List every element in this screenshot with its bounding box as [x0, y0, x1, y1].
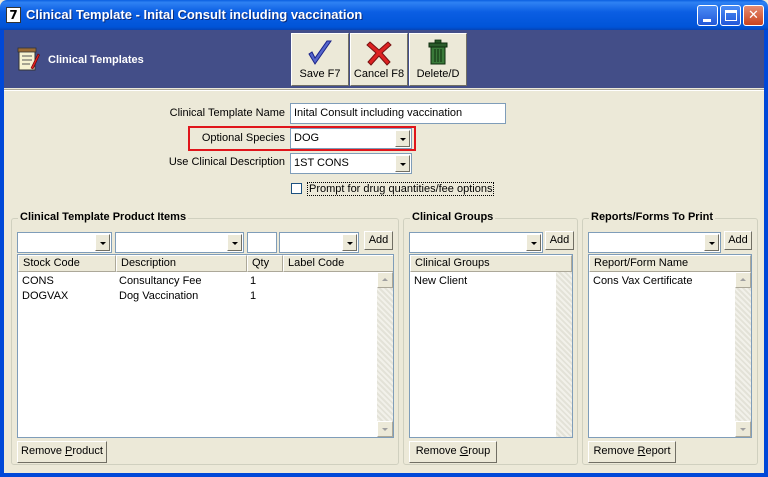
- scroll-up-icon[interactable]: [377, 272, 393, 288]
- reports-forms-group: Reports/Forms To Print Add Report/Form N…: [582, 211, 758, 465]
- label-code-select[interactable]: [279, 232, 359, 253]
- close-button[interactable]: ✕: [743, 5, 764, 26]
- remove-product-label-rest: roduct: [72, 445, 103, 457]
- save-button[interactable]: Save F7: [291, 33, 349, 86]
- column-header-description[interactable]: Description: [116, 255, 247, 272]
- close-icon: ✕: [748, 8, 759, 23]
- stock-code-cell: DOGVAX: [22, 290, 69, 302]
- dropdown-arrow-icon[interactable]: [95, 234, 110, 251]
- remove-group-label: Remove: [415, 445, 460, 457]
- product-items-title: Clinical Template Product Items: [18, 211, 189, 223]
- remove-report-label-rest: eport: [645, 445, 671, 457]
- reports-forms-title: Reports/Forms To Print: [589, 211, 716, 223]
- window-title: Clinical Template - Inital Consult inclu…: [26, 7, 363, 22]
- remove-product-button[interactable]: Remove Product: [17, 441, 107, 463]
- clinical-groups-group: Clinical Groups Add Clinical Groups New …: [403, 211, 578, 465]
- report-select[interactable]: [588, 232, 721, 253]
- prompt-checkbox[interactable]: [291, 183, 302, 194]
- scroll-down-icon[interactable]: [735, 421, 751, 437]
- cancel-button[interactable]: Cancel F8: [350, 33, 408, 86]
- dropdown-arrow-icon[interactable]: [526, 234, 541, 251]
- template-name-input[interactable]: Inital Consult including vaccination: [290, 103, 506, 124]
- qty-input[interactable]: [247, 232, 277, 253]
- window-frame-right: [764, 30, 768, 477]
- trash-can-icon: [428, 39, 448, 65]
- product-items-group: Clinical Template Product Items Add Stoc…: [11, 211, 399, 465]
- app-icon[interactable]: 7: [6, 7, 21, 23]
- product-list-scrollbar[interactable]: [377, 272, 393, 437]
- remove-group-button[interactable]: Remove Group: [409, 441, 497, 463]
- column-header-label-code[interactable]: Label Code: [283, 255, 393, 272]
- add-report-button[interactable]: Add: [724, 231, 752, 250]
- column-header-report-form-name[interactable]: Report/Form Name: [589, 255, 751, 272]
- prompt-checkbox-label[interactable]: Prompt for drug quantities/fee options: [307, 182, 495, 196]
- minimize-button[interactable]: [697, 5, 718, 26]
- window-frame-bottom: [0, 473, 768, 477]
- list-item[interactable]: New Client: [414, 274, 467, 289]
- column-header-stock-code[interactable]: Stock Code: [18, 255, 116, 272]
- window-frame-left: [0, 30, 4, 477]
- header-band: Clinical Templates Save F7 Cancel F8 Del…: [4, 30, 764, 88]
- stock-code-cell: CONS: [22, 275, 54, 287]
- column-header-clinical-groups[interactable]: Clinical Groups: [410, 255, 572, 272]
- remove-group-accel: G: [459, 445, 469, 457]
- cancel-button-label: Cancel F8: [353, 68, 405, 80]
- optional-species-label: Optional Species: [201, 132, 285, 144]
- reports-forms-list[interactable]: Report/Form Name Cons Vax Certificate: [588, 254, 752, 438]
- reports-list-scrollbar[interactable]: [735, 272, 751, 437]
- description-cell: Consultancy Fee: [119, 275, 202, 287]
- groups-list-scrollbar[interactable]: [556, 272, 572, 437]
- remove-report-button[interactable]: Remove Report: [588, 441, 676, 463]
- dropdown-arrow-icon[interactable]: [704, 234, 719, 251]
- maximize-button[interactable]: [720, 5, 741, 26]
- qty-cell: 1: [250, 290, 257, 302]
- remove-report-label: Remove: [593, 445, 638, 457]
- remove-group-label-rest: roup: [468, 445, 491, 457]
- clinical-group-select[interactable]: [409, 232, 543, 253]
- delete-button[interactable]: Delete/D: [409, 33, 467, 86]
- header-separator: [4, 89, 764, 91]
- dropdown-arrow-icon[interactable]: [227, 234, 242, 251]
- save-button-label: Save F7: [299, 68, 341, 80]
- column-header-qty[interactable]: Qty: [247, 255, 283, 272]
- scroll-down-icon[interactable]: [377, 421, 393, 437]
- dropdown-arrow-icon[interactable]: [395, 130, 410, 147]
- optional-species-select[interactable]: DOG: [290, 128, 412, 149]
- red-x-icon: [366, 41, 392, 66]
- delete-button-label: Delete/D: [416, 68, 460, 80]
- description-select[interactable]: [115, 232, 244, 253]
- add-group-button[interactable]: Add: [545, 231, 574, 250]
- clinical-description-select[interactable]: 1ST CONS: [290, 153, 412, 174]
- product-items-list[interactable]: Stock Code Description Qty Label Code CO…: [17, 254, 394, 438]
- clinical-groups-list[interactable]: Clinical Groups New Client: [409, 254, 573, 438]
- checkmark-icon: [308, 40, 332, 65]
- dropdown-arrow-icon[interactable]: [395, 155, 410, 172]
- template-name-label: Clinical Template Name: [169, 107, 285, 119]
- minimize-icon: [703, 19, 711, 22]
- optional-species-value: DOG: [294, 132, 320, 144]
- clinical-groups-title: Clinical Groups: [410, 211, 496, 223]
- notepad-icon: [17, 47, 40, 71]
- remove-product-label: Remove: [21, 445, 66, 457]
- list-item[interactable]: Cons Vax Certificate: [593, 274, 692, 289]
- clinical-description-label: Use Clinical Description: [168, 156, 285, 168]
- title-bar[interactable]: 7 Clinical Template - Inital Consult inc…: [0, 0, 768, 30]
- add-product-button[interactable]: Add: [364, 231, 393, 250]
- description-cell: Dog Vaccination: [119, 290, 199, 302]
- scroll-up-icon[interactable]: [735, 272, 751, 288]
- header-title: Clinical Templates: [48, 54, 144, 66]
- stock-code-select[interactable]: [17, 232, 112, 253]
- dropdown-arrow-icon[interactable]: [342, 234, 357, 251]
- qty-cell: 1: [250, 275, 257, 287]
- clinical-description-value: 1ST CONS: [294, 157, 349, 169]
- maximize-icon: [725, 10, 737, 21]
